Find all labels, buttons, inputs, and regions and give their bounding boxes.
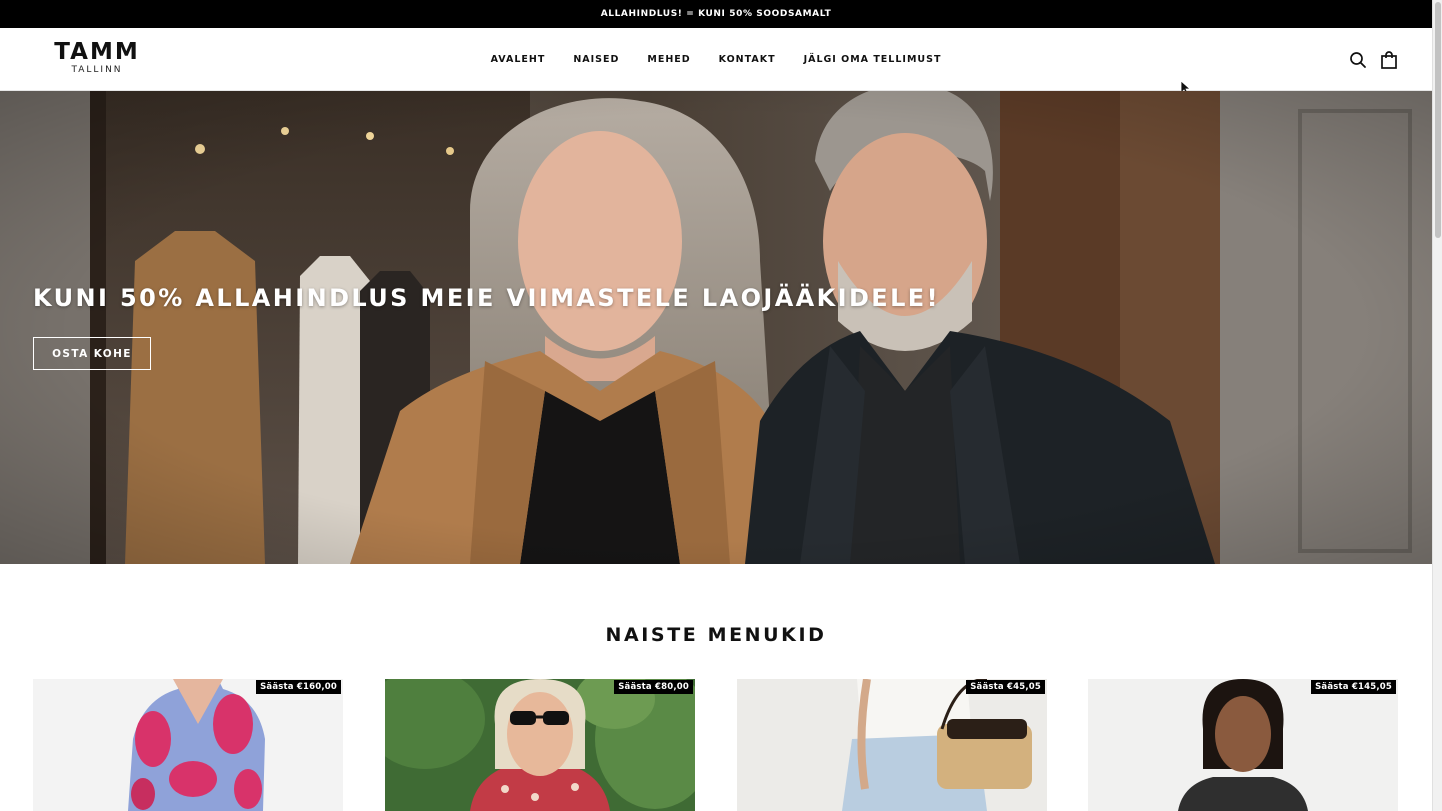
- product-image-dress: [33, 679, 343, 811]
- discount-badge: Säästa €160,00: [256, 680, 341, 694]
- announcement-bar: ALLAHINDLUS! = KUNI 50% SOODSAMALT: [0, 0, 1432, 28]
- product-image-floral-top: [385, 679, 695, 811]
- product-card[interactable]: Säästa €80,00: [385, 679, 695, 811]
- scrollbar-thumb[interactable]: [1435, 2, 1441, 238]
- nav-item-track-order[interactable]: JÄLGI OMA TELLIMUST: [804, 54, 942, 65]
- page-scrollbar[interactable]: [1432, 0, 1442, 811]
- discount-badge: Säästa €80,00: [614, 680, 693, 694]
- nav-item-kontakt[interactable]: KONTAKT: [719, 54, 776, 65]
- discount-badge: Säästa €45,05: [966, 680, 1045, 694]
- product-card[interactable]: Säästa €145,05: [1088, 679, 1398, 811]
- main-nav: AVALEHT NAISED MEHED KONTAKT JÄLGI OMA T…: [0, 28, 1432, 91]
- product-image-dark-top: [1088, 679, 1398, 811]
- product-card[interactable]: Säästa €160,00: [33, 679, 343, 811]
- hero-banner: KUNI 50% ALLAHINDLUS MEIE VIIMASTELE LAO…: [0, 91, 1432, 564]
- logo-sub-text: TALLINN: [71, 65, 123, 75]
- shop-now-button[interactable]: OSTA KOHE: [33, 337, 151, 370]
- product-image-straw-bag: [737, 679, 1047, 811]
- nav-item-avaleht[interactable]: AVALEHT: [491, 54, 546, 65]
- nav-item-naised[interactable]: NAISED: [573, 54, 619, 65]
- logo-main-text: TAMM: [54, 39, 140, 65]
- section-title: NAISTE MENUKID: [605, 624, 827, 646]
- announcement-text: ALLAHINDLUS! = KUNI 50% SOODSAMALT: [600, 9, 832, 19]
- logo[interactable]: TAMM TALLINN: [52, 39, 142, 76]
- product-card[interactable]: Säästa €45,05: [737, 679, 1047, 811]
- discount-badge: Säästa €145,05: [1311, 680, 1396, 694]
- hero-image: [0, 91, 1432, 564]
- search-icon[interactable]: [1348, 50, 1368, 70]
- nav-item-mehed[interactable]: MEHED: [647, 54, 690, 65]
- site-header: TAMM TALLINN AVALEHT NAISED MEHED KONTAK…: [0, 28, 1432, 91]
- shopping-bag-icon[interactable]: [1379, 50, 1399, 70]
- hero-title: KUNI 50% ALLAHINDLUS MEIE VIIMASTELE LAO…: [33, 284, 940, 312]
- product-grid: Säästa €160,00 Säästa €80,00 Säästa €45,…: [33, 679, 1398, 811]
